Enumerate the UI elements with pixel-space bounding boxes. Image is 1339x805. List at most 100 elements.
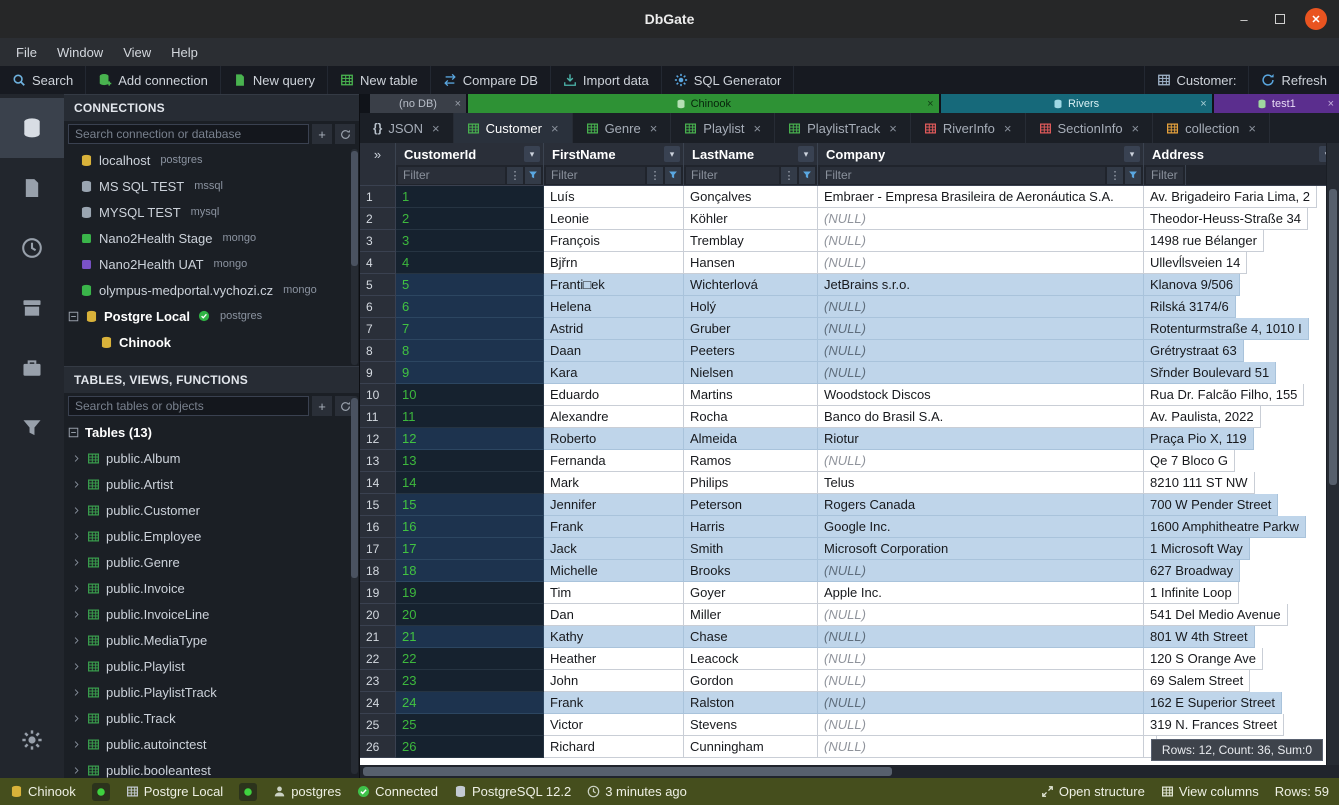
cell-firstname[interactable]: Dan <box>544 604 684 626</box>
scrollbar-thumb[interactable] <box>1329 189 1337 485</box>
close-icon[interactable]: × <box>927 98 933 110</box>
cell-company[interactable]: (NULL) <box>818 208 1144 230</box>
column-header-company[interactable]: Company▾ <box>818 143 1144 165</box>
connection-nano2health-uat[interactable]: Nano2Health UATmongo <box>64 251 359 277</box>
connection-ms-sql-test[interactable]: MS SQL TESTmssql <box>64 173 359 199</box>
cell-customerid[interactable]: 15 <box>396 494 544 516</box>
status-postgres[interactable]: postgres <box>273 784 341 799</box>
table-public-autoinctest[interactable]: public.autoinctest <box>64 731 359 757</box>
cell-firstname[interactable]: Bjřrn <box>544 252 684 274</box>
column-dropdown-icon[interactable]: ▾ <box>524 146 540 162</box>
cell-firstname[interactable]: Roberto <box>544 428 684 450</box>
toolbar-new-table[interactable]: New table <box>328 66 431 94</box>
tab-json[interactable]: {}JSON× <box>360 113 454 143</box>
db-group-tab-test1[interactable]: test1× <box>1214 94 1339 113</box>
tab-playlisttrack[interactable]: PlaylistTrack× <box>775 113 911 143</box>
connection-chinook[interactable]: Chinook <box>64 329 359 355</box>
table-public-invoiceline[interactable]: public.InvoiceLine <box>64 601 359 627</box>
cell-customerid[interactable]: 11 <box>396 406 544 428</box>
cell-company[interactable]: Banco do Brasil S.A. <box>818 406 1144 428</box>
cell-lastname[interactable]: Peeters <box>684 340 818 362</box>
table-public-invoice[interactable]: public.Invoice <box>64 575 359 601</box>
filter-input[interactable]: Filter <box>398 167 505 184</box>
minimize-button[interactable]: – <box>1233 8 1255 30</box>
cell-customerid[interactable]: 10 <box>396 384 544 406</box>
grid-row[interactable]: 1414MarkPhilipsTelus8210 111 ST NW <box>360 472 1339 494</box>
close-icon[interactable]: × <box>1248 121 1256 136</box>
cell-firstname[interactable]: Jack <box>544 538 684 560</box>
grid-row[interactable]: 1313FernandaRamos(NULL)Qe 7 Bloco G <box>360 450 1339 472</box>
cell-customerid[interactable]: 13 <box>396 450 544 472</box>
cell-lastname[interactable]: Ramos <box>684 450 818 472</box>
grid-row[interactable]: 1111AlexandreRochaBanco do Brasil S.A.Av… <box>360 406 1339 428</box>
toolbar-add-connection[interactable]: Add connection <box>86 66 221 94</box>
cell-lastname[interactable]: Chase <box>684 626 818 648</box>
cell-lastname[interactable]: Ralston <box>684 692 818 714</box>
db-group-tab-no-db[interactable]: (no DB)× <box>370 94 466 113</box>
grid-row[interactable]: 77AstridGruber(NULL)Rotenturmstraße 4, 1… <box>360 318 1339 340</box>
tab-collection[interactable]: collection× <box>1153 113 1270 143</box>
maximize-button[interactable] <box>1269 8 1291 30</box>
toolbar-new-query[interactable]: New query <box>221 66 328 94</box>
cell-company[interactable]: (NULL) <box>818 736 1144 758</box>
cell-lastname[interactable]: Cunningham <box>684 736 818 758</box>
cell-customerid[interactable]: 18 <box>396 560 544 582</box>
cell-company[interactable]: (NULL) <box>818 604 1144 626</box>
grid-horizontal-scrollbar[interactable] <box>360 765 1339 778</box>
tab-genre[interactable]: Genre× <box>573 113 672 143</box>
grid-row[interactable]: 1818MichelleBrooks(NULL)627 Broadway <box>360 560 1339 582</box>
collapse-icon[interactable] <box>68 311 79 322</box>
status-chinook[interactable]: Chinook <box>10 784 76 799</box>
cell-customerid[interactable]: 2 <box>396 208 544 230</box>
tab-riverinfo[interactable]: RiverInfo× <box>911 113 1026 143</box>
table-public-mediatype[interactable]: public.MediaType <box>64 627 359 653</box>
chevron-right-icon[interactable] <box>72 506 81 515</box>
connections-scrollbar[interactable] <box>351 149 358 365</box>
cell-customerid[interactable]: 26 <box>396 736 544 758</box>
filter-menu-icon[interactable]: ⋮ <box>781 167 797 184</box>
grid-row[interactable]: 1212RobertoAlmeidaRioturPraça Pio X, 119 <box>360 428 1339 450</box>
column-header-address[interactable]: Address▾ <box>1144 143 1339 165</box>
cell-address[interactable]: 8210 111 ST NW <box>1144 472 1255 494</box>
cell-customerid[interactable]: 17 <box>396 538 544 560</box>
cell-customerid[interactable]: 16 <box>396 516 544 538</box>
connection-mysql-test[interactable]: MYSQL TESTmysql <box>64 199 359 225</box>
close-icon[interactable]: × <box>650 121 658 136</box>
cell-address[interactable]: 801 W 4th Street <box>1144 626 1255 648</box>
cell-firstname[interactable]: John <box>544 670 684 692</box>
chevron-right-icon[interactable] <box>72 454 81 463</box>
cell-customerid[interactable]: 25 <box>396 714 544 736</box>
cell-customerid[interactable]: 9 <box>396 362 544 384</box>
grid-row[interactable]: 88DaanPeeters(NULL)Grétrystraat 63 <box>360 340 1339 362</box>
cell-company[interactable]: (NULL) <box>818 340 1144 362</box>
rail-applications[interactable] <box>0 338 64 398</box>
cell-firstname[interactable]: Tim <box>544 582 684 604</box>
cell-firstname[interactable]: Richard <box>544 736 684 758</box>
cell-company[interactable]: (NULL) <box>818 318 1144 340</box>
grid-row[interactable]: 2424FrankRalston(NULL)162 E Superior Str… <box>360 692 1339 714</box>
cell-customerid[interactable]: 12 <box>396 428 544 450</box>
tables-scrollbar[interactable] <box>351 396 358 774</box>
cell-address[interactable]: Ullevĺlsveien 14 <box>1144 252 1247 274</box>
cell-company[interactable]: Rogers Canada <box>818 494 1144 516</box>
column-dropdown-icon[interactable]: ▾ <box>664 146 680 162</box>
cell-lastname[interactable]: Stevens <box>684 714 818 736</box>
filter-funnel-icon[interactable] <box>1125 167 1141 184</box>
close-icon[interactable]: × <box>753 121 761 136</box>
cell-lastname[interactable]: Goyer <box>684 582 818 604</box>
cell-lastname[interactable]: Nielsen <box>684 362 818 384</box>
grid-row[interactable]: 1010EduardoMartinsWoodstock DiscosRua Dr… <box>360 384 1339 406</box>
cell-firstname[interactable]: Kara <box>544 362 684 384</box>
cell-company[interactable]: (NULL) <box>818 252 1144 274</box>
cell-customerid[interactable]: 1 <box>396 186 544 208</box>
cell-company[interactable]: (NULL) <box>818 714 1144 736</box>
rail-archive[interactable] <box>0 278 64 338</box>
collapse-icon[interactable] <box>68 427 79 438</box>
table-public-customer[interactable]: public.Customer <box>64 497 359 523</box>
cell-customerid[interactable]: 24 <box>396 692 544 714</box>
cell-firstname[interactable]: Jennifer <box>544 494 684 516</box>
close-icon[interactable]: × <box>455 98 461 110</box>
cell-address[interactable]: 1 Microsoft Way <box>1144 538 1250 560</box>
table-public-genre[interactable]: public.Genre <box>64 549 359 575</box>
cell-firstname[interactable]: Heather <box>544 648 684 670</box>
